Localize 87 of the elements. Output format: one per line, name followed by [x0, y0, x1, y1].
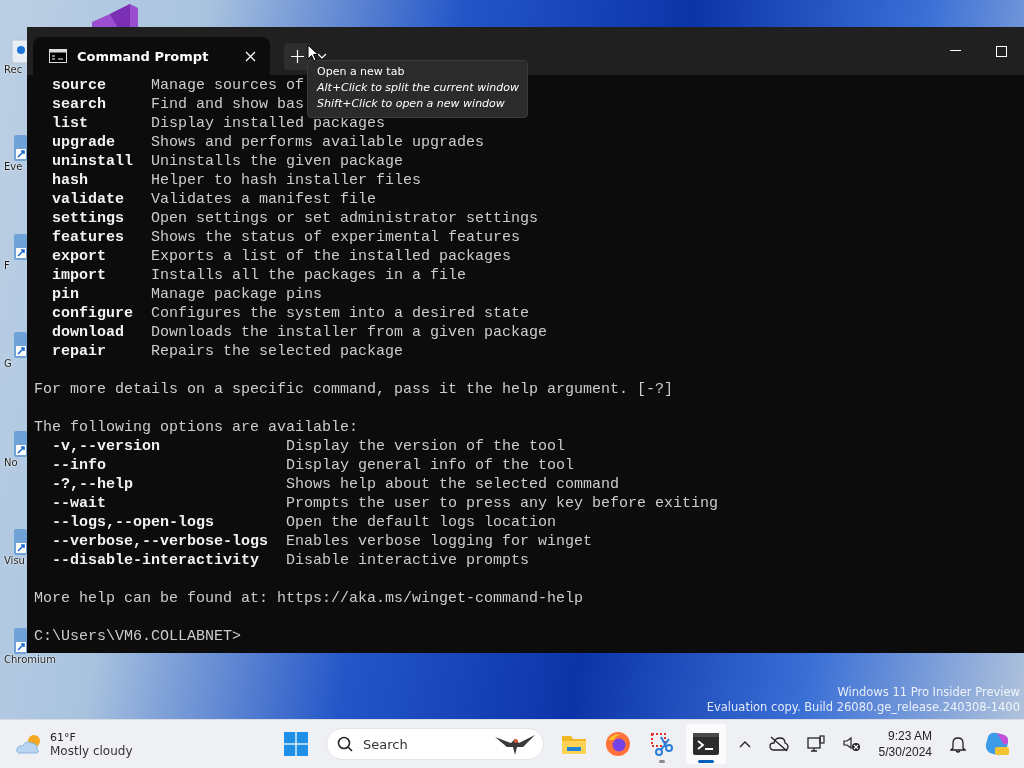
command-description: Find and show bas: [151, 95, 305, 114]
desktop-icon-label[interactable]: F: [0, 259, 10, 271]
command-name: repair: [52, 342, 106, 361]
command-name: pin: [52, 285, 79, 304]
option-description: Prompts the user to press any key before exiting: [286, 494, 719, 513]
option-name: -?,--help: [52, 475, 133, 494]
desktop-icon-label[interactable]: Chromium: [0, 654, 56, 665]
command-name: uninstall: [52, 152, 133, 171]
command-description: Repairs the selected package: [151, 342, 404, 361]
terminal-app-button[interactable]: [686, 724, 726, 764]
option-description: Shows help about the selected command: [286, 475, 620, 494]
command-description: Installs all the packages in a file: [151, 266, 467, 285]
option-name: -v,--version: [52, 437, 161, 456]
desktop-icon-label[interactable]: No: [0, 456, 18, 468]
command-description: Uninstalls the given package: [151, 152, 404, 171]
command-name: list: [52, 114, 88, 133]
command-description: Exports a list of the installed packages: [151, 247, 512, 266]
chevron-up-icon: [738, 740, 751, 748]
plus-icon: [291, 49, 304, 63]
terminal-icon: [693, 733, 719, 755]
command-name: export: [52, 247, 106, 266]
command-name: features: [52, 228, 124, 247]
command-name: source: [52, 76, 106, 95]
scissors-icon: [649, 731, 675, 757]
shortcut-icon: [14, 332, 27, 359]
tab-title: Command Prompt: [77, 48, 210, 64]
command-description: Helper to hash installer files: [151, 171, 422, 190]
app-logo-icon: [92, 4, 140, 28]
desktop-icon-label[interactable]: Visu: [0, 555, 25, 567]
browser-icon: [605, 731, 631, 757]
option-description: Display the version of the tool: [286, 437, 566, 456]
shortcut-icon: [14, 628, 27, 654]
command-name: validate: [52, 190, 124, 209]
option-description: Disable interactive prompts: [286, 551, 530, 570]
os-watermark-text: Windows 11 Pro Insider Preview: [837, 685, 1020, 700]
command-description: Display installed packages: [151, 114, 386, 133]
tooltip-title: Open a new tab: [317, 64, 406, 80]
cursor-icon: [307, 44, 319, 62]
command-name: configure: [52, 304, 133, 323]
command-prompt: C:\Users\VM6.COLLABNET>: [34, 627, 243, 646]
desktop-icon-label[interactable]: G: [0, 358, 12, 370]
option-description: Open the default logs location: [286, 513, 557, 532]
command-description: Manage sources of: [151, 76, 305, 95]
options-heading: The following options are available:: [34, 418, 360, 437]
command-name: download: [52, 323, 124, 342]
command-description: Validates a manifest file: [151, 190, 377, 209]
minimize-icon: [949, 50, 961, 52]
maximize-icon: [995, 45, 1007, 57]
option-name: --logs,--open-logs: [52, 513, 215, 532]
command-name: search: [52, 95, 106, 114]
search-input[interactable]: Search: [361, 735, 485, 753]
command-prompt-icon: [49, 49, 67, 63]
terminal-tab[interactable]: Command Prompt: [33, 37, 270, 75]
os-watermark-text: Evaluation copy. Build 26080.ge_release.240308-1400: [706, 700, 1020, 715]
help-link-note: More help can be found at: https://aka.ms/winget-command-help: [34, 589, 585, 608]
option-name: --wait: [52, 494, 106, 513]
command-name: settings: [52, 209, 124, 228]
weather-condition: Mostly cloudy: [50, 743, 133, 758]
tooltip-hint: Shift+Click to open a new window: [317, 96, 506, 112]
command-description: Configures the system into a desired state: [151, 304, 530, 323]
search-bar[interactable]: Search: [326, 728, 544, 760]
command-name: import: [52, 266, 106, 285]
option-name: --verbose,--verbose-logs: [52, 532, 269, 551]
command-name: hash: [52, 171, 88, 190]
shortcut-icon: [14, 430, 27, 457]
option-description: Display general info of the tool: [286, 456, 575, 475]
command-description: Downloads the installer from a given package: [151, 323, 548, 342]
command-description: Open settings or set administrator settings: [151, 209, 539, 228]
search-icon: [337, 736, 353, 752]
desktop-icon-label[interactable]: Rec: [0, 64, 23, 75]
option-description: Enables verbose logging for winget: [286, 532, 593, 551]
command-description: Shows and performs available upgrades: [151, 133, 485, 152]
weather-temperature: 61°F: [50, 730, 77, 744]
windows-logo-icon: [284, 732, 308, 756]
close-icon: [245, 50, 256, 62]
tooltip-hint: Alt+Click to split the current window: [317, 80, 519, 96]
command-description: Manage package pins: [151, 285, 323, 304]
shortcut-icon: [14, 135, 27, 161]
shortcut-icon: [14, 233, 27, 260]
command-description: Shows the status of experimental features: [151, 228, 521, 247]
desktop-icon-label[interactable]: Eve: [0, 161, 23, 172]
option-name: --disable-interactivity: [52, 551, 260, 570]
command-name: upgrade: [52, 133, 115, 152]
help-note: For more details on a specific command, pass it the help argument. [-?]: [34, 380, 675, 399]
option-name: --info: [52, 456, 106, 475]
shortcut-icon: [14, 529, 27, 556]
clock-button[interactable]: 9:23 AM 5/30/2024: [874, 728, 936, 760]
